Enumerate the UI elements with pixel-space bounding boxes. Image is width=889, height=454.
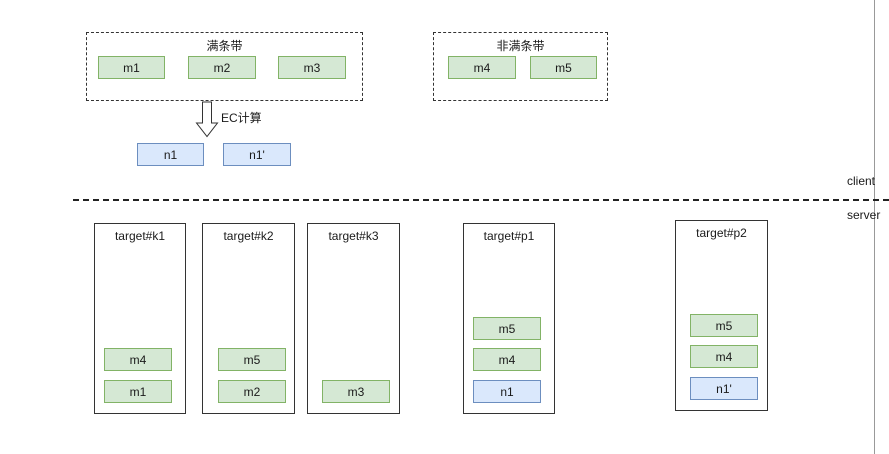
target-title: target#k2 [223, 229, 274, 243]
block-m3: m3 [322, 380, 390, 403]
block-n1-prime: n1' [690, 377, 758, 400]
full-stripe-title: 满条带 [206, 39, 243, 53]
target-p1: target#p1 m5 m4 n1 [463, 223, 555, 414]
client-label: client [847, 174, 876, 188]
partial-stripe-group: 非满条带 m4 m5 [433, 32, 608, 101]
block-m5: m5 [530, 56, 597, 79]
block-m5: m5 [473, 317, 541, 340]
block-m5: m5 [218, 348, 286, 371]
block-m3: m3 [278, 56, 346, 79]
block-m4: m4 [104, 348, 172, 371]
target-title: target#p2 [696, 226, 747, 240]
parity-block-n1: n1 [137, 143, 204, 166]
target-k1: target#k1 m4 m1 [94, 223, 186, 414]
block-m5: m5 [690, 314, 758, 337]
full-stripe-group: 满条带 m1 m2 m3 [86, 32, 363, 101]
right-edge-line [874, 0, 875, 454]
ec-arrow-icon [195, 101, 219, 138]
block-m4: m4 [448, 56, 516, 79]
partial-stripe-title: 非满条带 [496, 39, 545, 53]
target-k3: target#k3 m3 [307, 223, 400, 414]
block-m1: m1 [104, 380, 172, 403]
block-m2: m2 [188, 56, 256, 79]
block-m1: m1 [98, 56, 165, 79]
server-label: server [847, 208, 881, 222]
parity-block-n1-prime: n1' [223, 143, 291, 166]
target-p2: target#p2 m5 m4 n1' [675, 220, 768, 411]
client-server-divider [73, 199, 889, 201]
block-n1: n1 [473, 380, 541, 403]
block-m4: m4 [690, 345, 758, 368]
target-k2: target#k2 m5 m2 [202, 223, 295, 414]
target-title: target#k1 [114, 229, 166, 243]
target-title: target#p1 [483, 229, 535, 243]
ec-compute-label: EC计算 [221, 111, 262, 125]
block-m2: m2 [218, 380, 286, 403]
block-m4: m4 [473, 348, 541, 371]
target-title: target#k3 [328, 229, 379, 243]
